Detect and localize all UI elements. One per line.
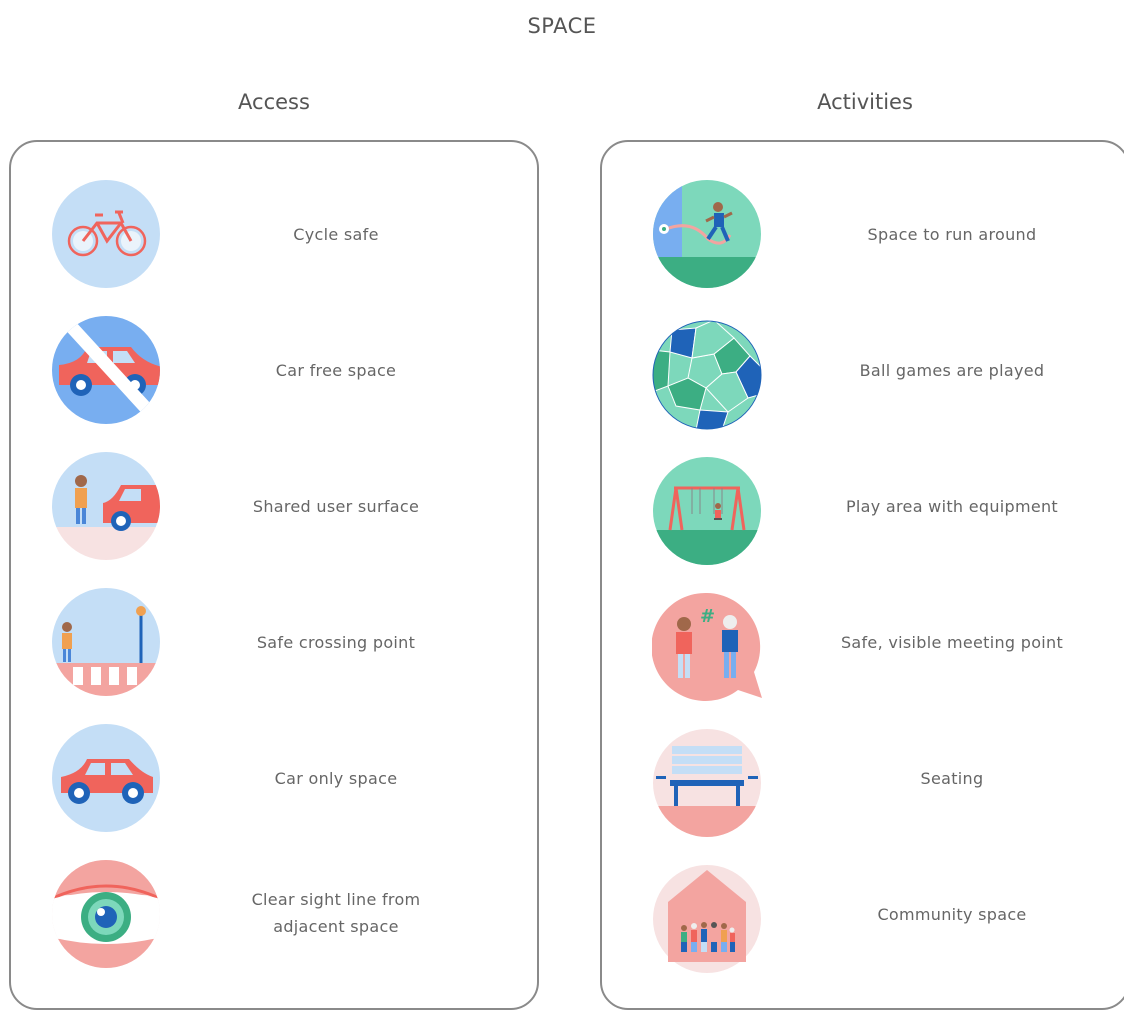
- activity-item-label: Community space: [877, 905, 1027, 924]
- eye-icon: [51, 859, 161, 969]
- football-icon: [652, 320, 762, 430]
- activity-item-meeting: # Safe, visible meeting point: [602, 587, 1124, 702]
- access-item-label: Car free space: [275, 361, 397, 380]
- access-item-sight-line: Clear sight line from adjacent space: [11, 859, 537, 971]
- bicycle-icon: [51, 179, 161, 289]
- activity-item-run: Space to run around: [602, 179, 1124, 291]
- car-icon: [51, 723, 161, 833]
- access-item-car-only: Car only space: [11, 723, 537, 835]
- activity-item-ball: Ball games are played: [602, 315, 1124, 430]
- access-item-cycle-safe: Cycle safe: [11, 179, 537, 291]
- activity-item-play-area: Play area with equipment: [602, 451, 1124, 566]
- access-item-label: Car only space: [274, 769, 398, 788]
- access-item-label: Safe crossing point: [256, 633, 416, 652]
- access-item-crossing: Safe crossing point: [11, 587, 537, 699]
- running-child-icon: [652, 179, 762, 289]
- access-item-label: Clear sight line from adjacent space: [251, 890, 421, 936]
- page-title: SPACE: [527, 14, 597, 38]
- community-house-icon: [652, 864, 762, 974]
- activity-item-label: Seating: [920, 769, 984, 788]
- access-item-label: Cycle safe: [293, 225, 379, 244]
- meeting-point-icon: #: [652, 592, 762, 702]
- activities-panel: Space to run around Ball games are playe…: [600, 140, 1124, 1010]
- activity-item-label: Safe, visible meeting point: [840, 633, 1064, 652]
- access-item-label: Shared user surface: [252, 497, 420, 516]
- activity-item-label: Space to run around: [867, 225, 1037, 244]
- bench-icon: [652, 728, 762, 838]
- access-heading: Access: [238, 90, 310, 114]
- crossing-icon: [51, 587, 161, 697]
- access-panel: Cycle safe Car free space Shared user su…: [9, 140, 539, 1010]
- swing-icon: [652, 456, 762, 566]
- access-item-shared-surface: Shared user surface: [11, 451, 537, 563]
- activity-item-seating: Seating: [602, 723, 1124, 838]
- activity-item-label: Play area with equipment: [845, 497, 1059, 516]
- shared-surface-icon: [51, 451, 161, 561]
- activity-item-label: Ball games are played: [859, 361, 1045, 380]
- activity-item-community: Community space: [602, 859, 1124, 974]
- access-item-car-free: Car free space: [11, 315, 537, 427]
- no-car-icon: [51, 315, 161, 425]
- activities-heading: Activities: [817, 90, 913, 114]
- svg-text:#: #: [700, 606, 715, 627]
